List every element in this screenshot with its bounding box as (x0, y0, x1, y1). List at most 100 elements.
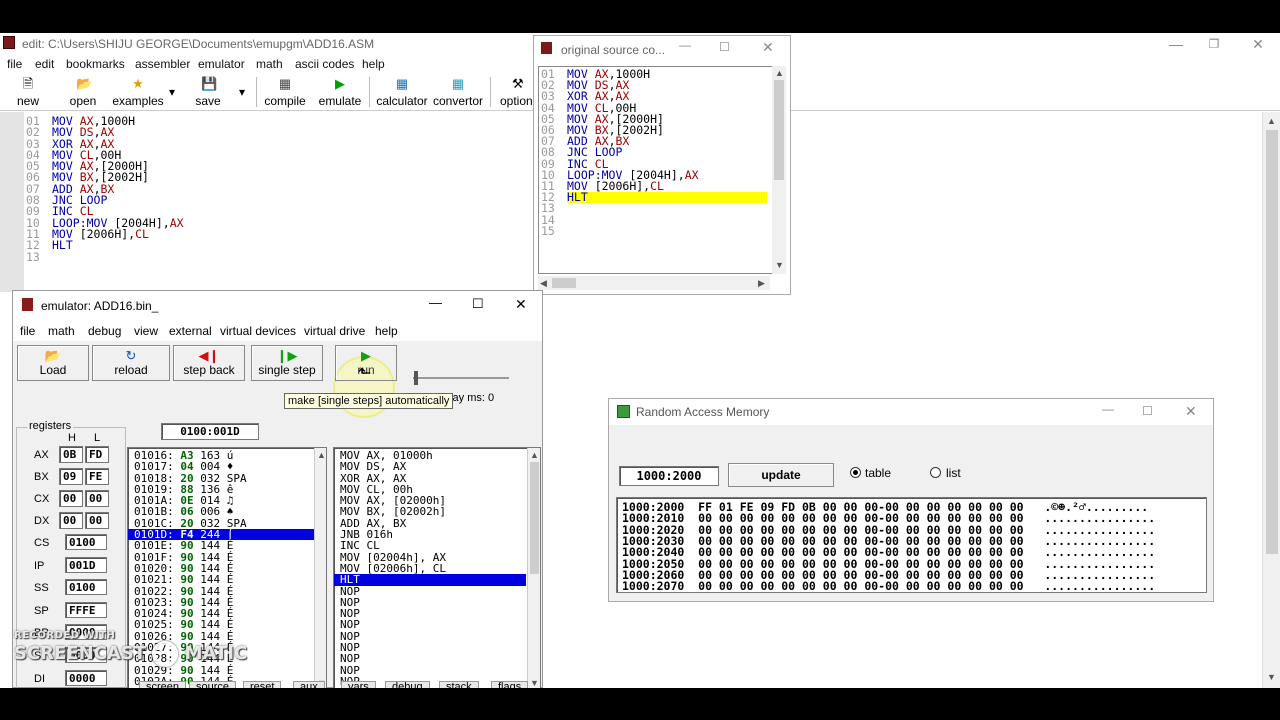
disassembly-row[interactable]: NOP (334, 597, 526, 609)
emu-menu-math[interactable]: math (48, 324, 75, 338)
compile-button[interactable]: ▦ compile (262, 77, 308, 111)
scroll-down-icon[interactable]: ▼ (1267, 672, 1276, 682)
ram-update-button[interactable]: update (728, 463, 834, 487)
emu-menu-view[interactable]: view (134, 324, 158, 338)
disassembly-row[interactable]: NOP (334, 653, 526, 665)
disassembly-row[interactable]: NOP (334, 642, 526, 654)
examples-button[interactable]: ★ examples (112, 77, 164, 111)
register-dx-high[interactable]: 00 (59, 512, 83, 529)
address-field[interactable]: 0100:001D (161, 423, 259, 440)
scroll-thumb[interactable] (530, 462, 539, 574)
emu-menu-virtual-devices[interactable]: virtual devices (220, 324, 296, 338)
scroll-up-icon[interactable]: ▲ (775, 68, 784, 78)
tab-vars[interactable]: vars (341, 681, 376, 688)
disassembly-row[interactable]: NOP (334, 619, 526, 631)
register-bx-low[interactable]: FE (85, 468, 109, 485)
maximize-icon[interactable]: ☐ (719, 40, 730, 54)
disassembly-row[interactable]: MOV DS, AX (334, 461, 526, 473)
register-cs-value[interactable]: 0100 (65, 534, 107, 550)
menu-math[interactable]: math (256, 57, 283, 71)
emu-menu-file[interactable]: file (20, 324, 35, 338)
register-cx-low[interactable]: 00 (85, 490, 109, 507)
new-button[interactable]: 🗎 new (12, 77, 44, 111)
emu-menu-debug[interactable]: debug (88, 324, 121, 338)
step-delay-slider-thumb[interactable] (414, 371, 418, 385)
list-radio[interactable] (930, 467, 941, 478)
editor-scroll-thumb[interactable] (1266, 130, 1278, 554)
register-bx-high[interactable]: 09 (59, 468, 83, 485)
menu-edit[interactable]: edit (35, 57, 54, 71)
scroll-thumb[interactable] (774, 80, 784, 180)
scroll-down-icon[interactable]: ▼ (775, 260, 784, 270)
disassembly-row[interactable]: HLT (334, 574, 526, 586)
disassembly-row[interactable]: NOP (334, 630, 526, 642)
scroll-left-icon[interactable]: ◀ (540, 278, 547, 289)
tab-screen[interactable]: screen (139, 681, 187, 688)
tab-stack[interactable]: stack (439, 681, 479, 688)
register-ax-high[interactable]: 0B (59, 446, 83, 463)
single-step-button[interactable]: ❙▶ single step (251, 345, 323, 381)
disassembly-row[interactable]: NOP (334, 585, 526, 597)
menu-bookmarks[interactable]: bookmarks (66, 57, 125, 71)
scroll-up-icon[interactable]: ▲ (1267, 116, 1276, 126)
menu-file[interactable]: file (7, 57, 22, 71)
convertor-button[interactable]: ▦ convertor (433, 77, 483, 111)
ram-address-field[interactable]: 1000:2000 (619, 466, 719, 486)
calculator-button[interactable]: ▦ calculator (376, 77, 428, 111)
register-ax-low[interactable]: FD (85, 446, 109, 463)
emu-menu-help[interactable]: help (375, 324, 398, 338)
disassembly-row[interactable]: NOP (334, 664, 526, 676)
emu-menu-external[interactable]: external (169, 324, 212, 338)
register-ss-value[interactable]: 0100 (65, 579, 107, 596)
maximize-icon[interactable]: ☐ (1142, 404, 1153, 418)
disassembly-row[interactable]: MOV [02006h], CL (334, 563, 526, 575)
original-source-hscroll[interactable]: ◀ ▶ (538, 276, 770, 290)
scroll-up-icon[interactable]: ▲ (317, 450, 326, 460)
original-source-code[interactable]: 01 MOV AX,1000H 02 MOV DS,AX 03 XOR AX,AX 04 MO… (538, 66, 774, 274)
disassembly-row[interactable]: NOP (334, 608, 526, 620)
register-ip-value[interactable]: 001D (65, 556, 107, 573)
minimize-icon[interactable]: — (1156, 33, 1196, 55)
tab-flags[interactable]: flags (491, 681, 529, 688)
editor-code-area[interactable]: 01 MOV AX,1000H 02 MOV DS,AX 03 XOR AX,AX 04 MO… (0, 112, 533, 292)
minimize-icon[interactable]: — (429, 295, 442, 310)
memory-scrollbar[interactable]: ▲ ▼ (314, 448, 326, 688)
scroll-thumb[interactable] (552, 278, 576, 288)
emu-menu-virtual-drive[interactable]: virtual drive (304, 324, 365, 338)
disassembly-listbox[interactable]: MOV AX, 01000h MOV DS, AX XOR AX, AX MOV CL… (333, 447, 541, 688)
ram-table[interactable]: 1000:2000 FF 01 FE 09 FD 0B 00 00 00-00 … (616, 497, 1207, 593)
load-button[interactable]: 📂 Load (17, 345, 89, 381)
editor-scrollbar[interactable]: ▲ ▼ (1262, 112, 1280, 688)
register-dx-low[interactable]: 00 (85, 512, 109, 529)
table-radio[interactable] (850, 467, 861, 478)
menu-assembler[interactable]: assembler (135, 57, 190, 71)
minimize-icon[interactable]: — (679, 38, 691, 52)
menu-emulator[interactable]: emulator (198, 57, 245, 71)
step-back-button[interactable]: ◀❙ step back (173, 345, 245, 381)
menu-help[interactable]: help (362, 57, 385, 71)
disassembly-row[interactable]: INC CL (334, 540, 526, 552)
close-icon[interactable]: ✕ (1185, 403, 1197, 420)
close-icon[interactable]: ✕ (762, 39, 774, 56)
maximize-icon[interactable]: ☐ (472, 296, 484, 312)
tab-debug[interactable]: debug (385, 681, 430, 688)
scroll-up-icon[interactable]: ▲ (530, 450, 539, 460)
register-cx-high[interactable]: 00 (59, 490, 83, 507)
scroll-right-icon[interactable]: ▶ (758, 278, 765, 289)
menu-ascii-codes[interactable]: ascii codes (295, 57, 354, 71)
options-button[interactable]: ⚒ option (500, 77, 533, 111)
disassembly-scrollbar[interactable]: ▲ ▼ (527, 448, 540, 688)
register-sp-value[interactable]: FFFE (65, 601, 107, 618)
restore-icon[interactable]: ❐ (1194, 33, 1234, 55)
emulate-button[interactable]: ▶ emulate (318, 77, 362, 111)
tab-reset[interactable]: reset (243, 681, 282, 688)
close-icon[interactable]: ✕ (1238, 33, 1278, 55)
save-button[interactable]: 💾 save (194, 77, 222, 111)
original-source-vscroll[interactable]: ▲ ▼ (772, 66, 786, 274)
reload-button[interactable]: ↻ reload (92, 345, 170, 381)
close-icon[interactable]: ✕ (515, 296, 527, 313)
minimize-icon[interactable]: — (1102, 402, 1114, 416)
tab-source[interactable]: source (189, 681, 237, 688)
step-delay-slider-track[interactable] (413, 377, 509, 379)
open-button[interactable]: 📂 open (66, 77, 100, 111)
